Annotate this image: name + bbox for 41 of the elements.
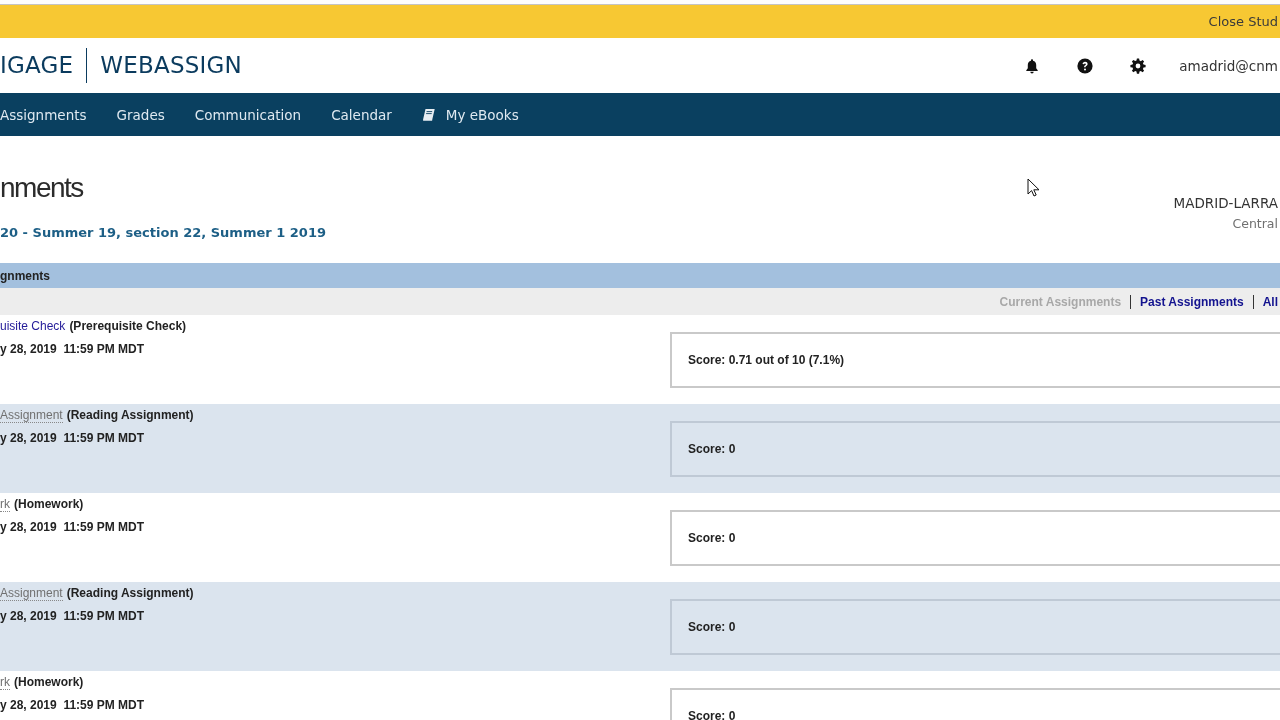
- assignment-link[interactable]: Assignment: [0, 586, 63, 601]
- score-panel: Score: 0: [670, 688, 1280, 720]
- score-panel: Score: 0: [670, 510, 1280, 566]
- bell-icon[interactable]: [1024, 57, 1041, 74]
- due-date: y 28, 2019 11:59 PM MDT: [0, 520, 146, 535]
- book-icon: [421, 107, 436, 122]
- due-date: y 28, 2019 11:59 PM MDT: [0, 342, 146, 357]
- page-title: nments: [0, 171, 85, 205]
- nav-link[interactable]: My eBooks: [421, 106, 519, 123]
- score-panel: Score: 0.71 out of 10 (7.1%): [670, 332, 1280, 388]
- assignment-link[interactable]: rk: [0, 675, 10, 690]
- settings-icon[interactable]: [1130, 57, 1147, 74]
- assignment-type: (Reading Assignment): [65, 586, 194, 600]
- due-date: y 28, 2019 11:59 PM MDT: [0, 609, 146, 624]
- filter-link[interactable]: Past Assignments: [1130, 294, 1253, 309]
- school-name: Central: [1231, 215, 1278, 233]
- due-date: y 28, 2019 11:59 PM MDT: [0, 431, 146, 446]
- assignment-type: (Reading Assignment): [65, 408, 194, 422]
- score-panel: Score: 0: [670, 421, 1280, 477]
- nav-link[interactable]: Assignments: [0, 106, 87, 123]
- nav-link[interactable]: Communication: [194, 106, 302, 123]
- assignment-type: (Prerequisite Check): [68, 319, 187, 333]
- filter-link[interactable]: All: [1252, 294, 1278, 309]
- section-title: gnments: [0, 268, 50, 283]
- assignment-link[interactable]: rk: [0, 497, 10, 512]
- user-email-link[interactable]: amadrid@cnm: [1179, 57, 1280, 74]
- due-date: y 28, 2019 11:59 PM MDT: [0, 698, 146, 713]
- mouse-pointer-icon: [1027, 178, 1039, 197]
- help-icon[interactable]: [1077, 57, 1094, 74]
- close-link[interactable]: Close Stud: [1208, 14, 1278, 29]
- score-panel: Score: 0: [670, 599, 1280, 655]
- logo-text: IGAGE: [0, 48, 88, 83]
- logo-product-text: WEBASSIGN: [99, 51, 242, 80]
- nav-link[interactable]: Grades: [116, 106, 165, 123]
- assignment-link[interactable]: uisite Check: [0, 319, 66, 333]
- course-title: 20 - Summer 19, section 22, Summer 1 2019: [0, 224, 326, 242]
- instructor-name: MADRID-LARRA: [1173, 194, 1278, 212]
- assignment-link[interactable]: Assignment: [0, 408, 63, 423]
- assignment-type: (Homework): [13, 497, 84, 511]
- assignment-type: (Homework): [13, 675, 84, 689]
- nav-link[interactable]: Calendar: [331, 106, 392, 123]
